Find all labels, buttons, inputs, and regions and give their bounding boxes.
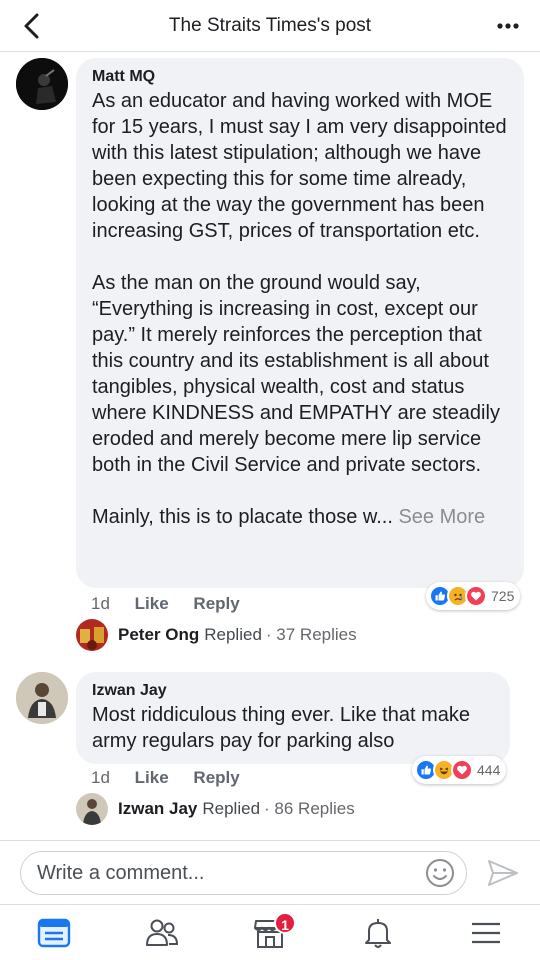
replied-label: Replied: [204, 625, 262, 644]
love-reaction-icon: [451, 759, 473, 781]
comment-composer: [0, 840, 540, 904]
profile-photo: [16, 672, 68, 724]
reaction-count: 725: [491, 588, 515, 604]
comment-actions: 1d Like Reply: [91, 768, 260, 788]
friends-icon[interactable]: [144, 915, 180, 951]
replies-link[interactable]: Izwan Jay Replied · 86 Replies: [76, 793, 355, 825]
comment-text: As the man on the ground would say, “Eve…: [92, 272, 500, 476]
comment-bubble: Matt MQ As an educator and having worked…: [76, 58, 524, 588]
profile-photo: [16, 58, 68, 110]
replied-label: Replied: [202, 799, 261, 818]
reactions-summary[interactable]: 725: [426, 582, 521, 610]
comment-text: As an educator and having worked with MO…: [92, 90, 507, 242]
notifications-icon[interactable]: [360, 915, 396, 951]
reply-count: · 86 Replies: [264, 799, 355, 818]
comment-time: 1d: [91, 768, 110, 787]
reply-author: Izwan Jay: [118, 799, 198, 818]
comment-actions: 1d Like Reply: [91, 594, 260, 614]
reply-author: Peter Ong: [118, 625, 200, 644]
reply-button[interactable]: Reply: [193, 594, 239, 613]
reply-count: · 37 Replies: [265, 625, 357, 644]
news-feed-icon[interactable]: [36, 915, 72, 951]
page-title: The Straits Times's post: [168, 15, 372, 36]
comment-text-truncated: Mainly, this is to placate those w...: [92, 506, 393, 528]
replies-link[interactable]: Peter Ong Replied · 37 Replies: [76, 619, 357, 651]
reply-avatar: [76, 793, 108, 825]
avatar[interactable]: [16, 58, 68, 110]
menu-icon[interactable]: [468, 915, 504, 951]
reactions-summary[interactable]: 444: [412, 756, 507, 784]
emoji-icon[interactable]: [424, 857, 456, 889]
send-icon[interactable]: [486, 857, 520, 889]
comment-bubble: Izwan Jay Most riddiculous thing ever. L…: [76, 672, 510, 764]
love-reaction-icon: [465, 585, 487, 607]
comment-author[interactable]: Matt MQ: [92, 68, 508, 86]
notification-badge: 1: [274, 912, 296, 934]
comment-time: 1d: [91, 594, 110, 613]
like-button[interactable]: Like: [135, 594, 169, 613]
comment-input[interactable]: [20, 851, 467, 895]
top-bar: The Straits Times's post: [0, 0, 540, 52]
reaction-count: 444: [477, 762, 501, 778]
avatar[interactable]: [16, 672, 68, 724]
reply-avatar: [76, 619, 108, 651]
see-more-link[interactable]: See More: [398, 506, 485, 528]
comment-author[interactable]: Izwan Jay: [92, 682, 494, 700]
like-button[interactable]: Like: [135, 768, 169, 787]
comment-text: Mainly, this is to placate those w... Se…: [92, 504, 508, 530]
reply-button[interactable]: Reply: [193, 768, 239, 787]
more-options-icon[interactable]: [492, 14, 524, 38]
comment-text: Most riddiculous thing ever. Like that m…: [92, 704, 470, 752]
bottom-tab-bar: [0, 904, 540, 960]
